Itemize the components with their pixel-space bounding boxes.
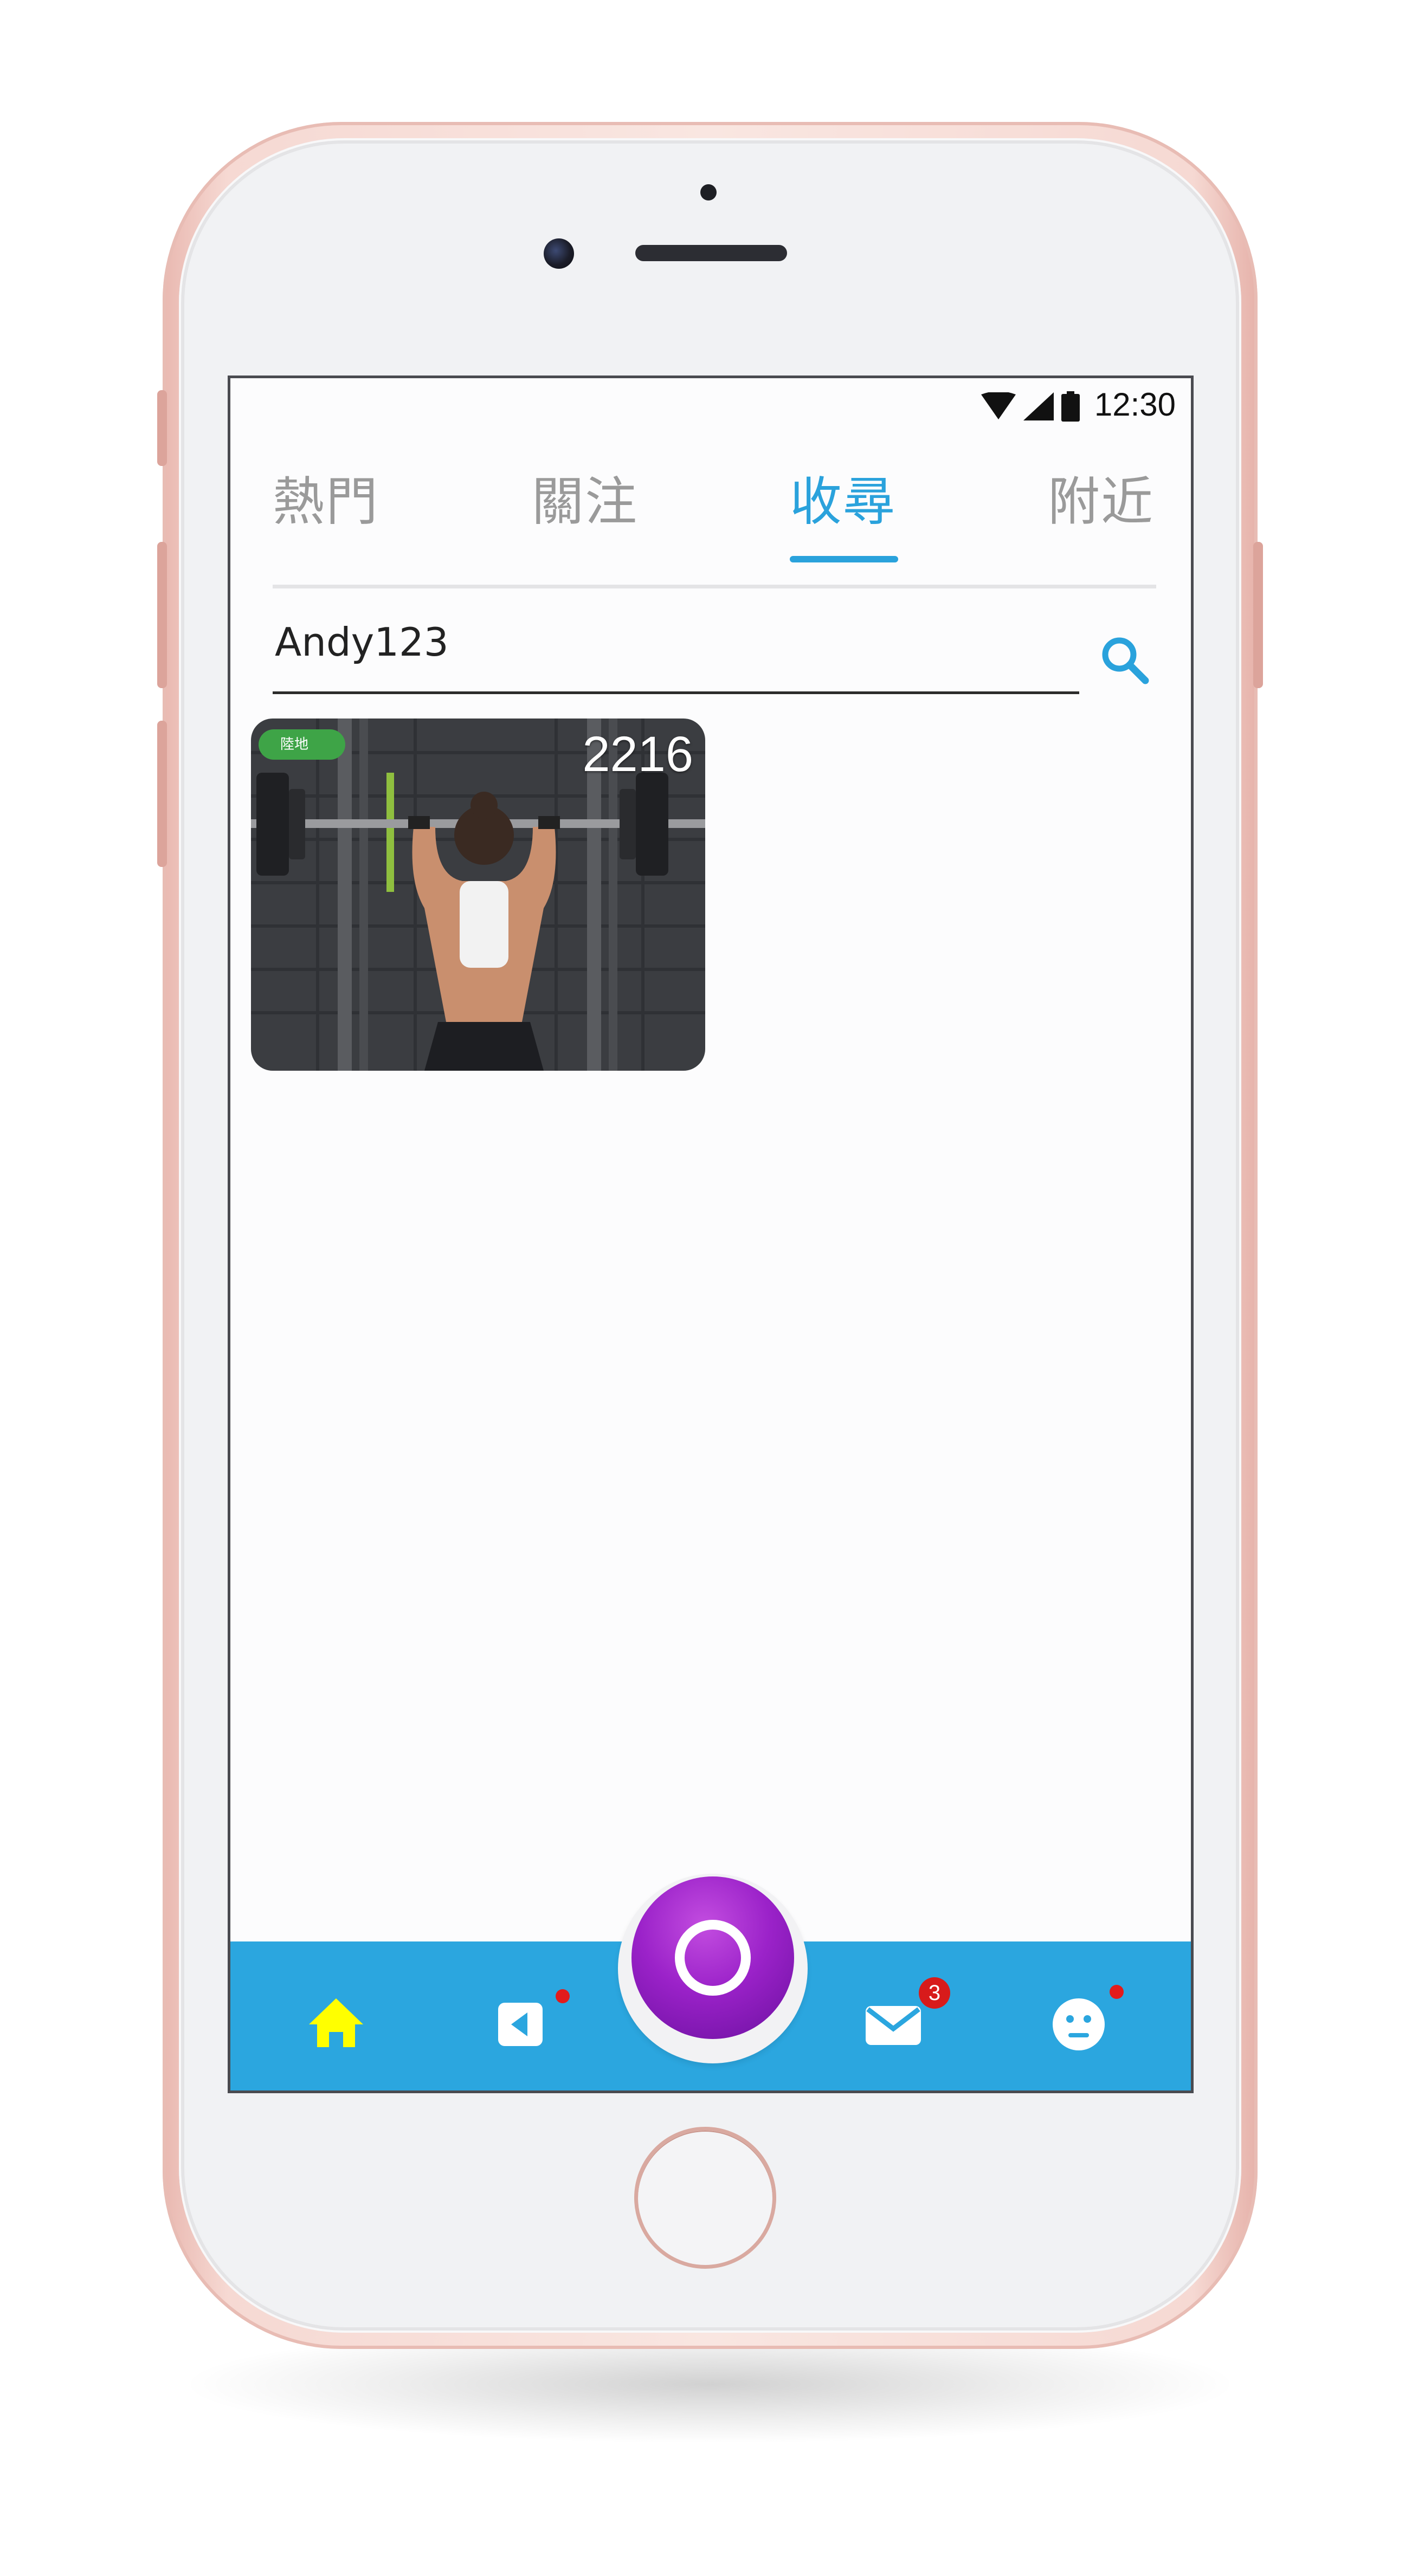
view-count: 2216 [582,727,693,782]
status-time: 12:30 [1094,386,1176,423]
battery-icon [1061,391,1080,422]
video-notification-dot [556,1989,570,2003]
search-input[interactable]: Andy123 [275,619,449,665]
category-badge: 陸地 [259,729,345,760]
tabs-divider [273,585,1156,588]
search-icon[interactable] [1098,633,1152,687]
proximity-sensor [700,184,717,200]
stage: 12:30 熱門 關注 收尋 附近 Andy123 陸地 2216 3 [0,0,1418,2576]
signal-icon [1023,392,1054,420]
active-tab-indicator [790,556,898,562]
volume-down-button [157,721,167,867]
app-screen: 12:30 熱門 關注 收尋 附近 Andy123 陸地 2216 3 [228,376,1194,2093]
mail-icon[interactable] [863,1993,923,2053]
phone-home-button[interactable] [634,2127,776,2269]
top-tabs: 熱門 關注 收尋 附近 [273,459,1156,535]
profile-notification-dot [1110,1985,1124,1999]
result-card[interactable]: 陸地 2216 [251,719,705,1071]
tab-search[interactable]: 收尋 [790,459,896,535]
video-icon[interactable] [491,1993,550,2053]
mute-switch [157,390,167,466]
search-input-underline [273,691,1079,694]
tab-following[interactable]: 關注 [532,459,638,535]
home-icon[interactable] [306,1993,366,2053]
mail-badge: 3 [919,1977,950,2009]
status-bar: 12:30 [230,378,1191,427]
tab-hot[interactable]: 熱門 [273,459,379,535]
front-camera [544,238,574,269]
record-icon [675,1920,751,1996]
tab-nearby[interactable]: 附近 [1048,459,1154,535]
power-button [1253,542,1263,688]
profile-icon[interactable] [1049,1993,1108,2053]
status-icons [981,391,1080,422]
earpiece-speaker [635,245,787,261]
wifi-icon [981,392,1016,419]
volume-up-button [157,542,167,688]
